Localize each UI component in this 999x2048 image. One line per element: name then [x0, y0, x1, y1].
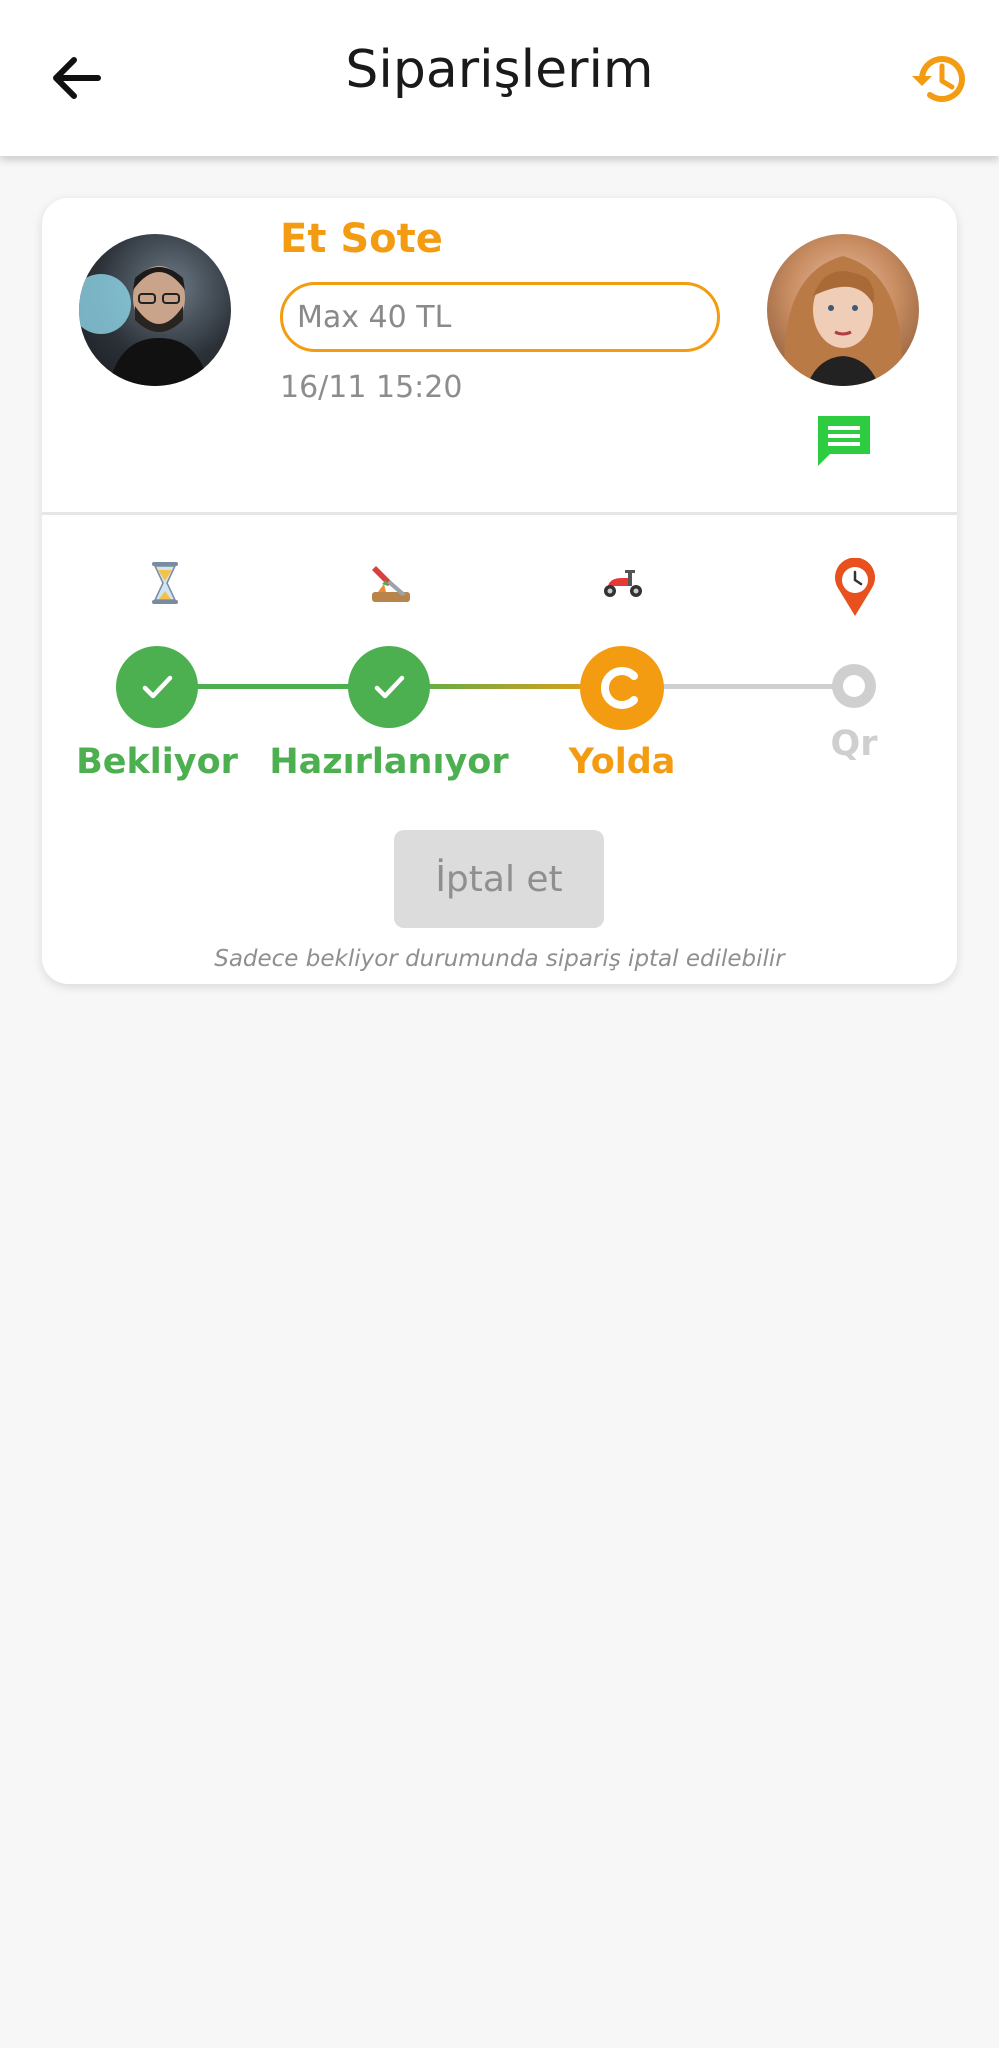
- cancel-order-button[interactable]: İptal et: [394, 830, 604, 928]
- app-bar: Siparişlerim: [0, 0, 999, 156]
- page-title: Siparişlerim: [345, 40, 654, 100]
- divider: [42, 512, 957, 515]
- shop-name: Et Sote: [280, 216, 443, 262]
- step-node-hazirlaniyor: [348, 646, 430, 728]
- customer-avatar: [767, 234, 919, 386]
- step-label-qr: Qr: [830, 724, 878, 764]
- step-label-bekliyor: Bekliyor: [76, 742, 238, 782]
- progress-spinner-icon: [600, 667, 638, 709]
- hourglass-icon: [140, 558, 190, 608]
- order-card: Et Sote Max 40 TL 16/11 15:20 Bekliyor H…: [42, 198, 957, 984]
- chat-button[interactable]: [814, 412, 874, 468]
- order-datetime: 16/11 15:20: [280, 370, 463, 405]
- scooter-icon: [598, 558, 648, 608]
- map-pin-clock-icon: [830, 557, 880, 618]
- history-button[interactable]: [908, 46, 974, 112]
- step-node-bekliyor: [116, 646, 198, 728]
- step-label-yolda: Yolda: [568, 742, 676, 782]
- check-icon: [374, 675, 405, 699]
- price-input[interactable]: Max 40 TL: [280, 282, 720, 352]
- chat-bubble-icon: [818, 416, 870, 466]
- step-label-hazirlaniyor: Hazırlanıyor: [269, 742, 509, 782]
- cutting-board-icon: [366, 558, 416, 608]
- check-icon: [142, 675, 173, 699]
- history-icon: [912, 56, 965, 102]
- cancel-hint: Sadece bekliyor durumunda sipariş iptal …: [214, 946, 785, 972]
- step-node-yolda: [580, 646, 664, 730]
- step-node-qr: [832, 664, 876, 708]
- courier-avatar: [79, 234, 231, 386]
